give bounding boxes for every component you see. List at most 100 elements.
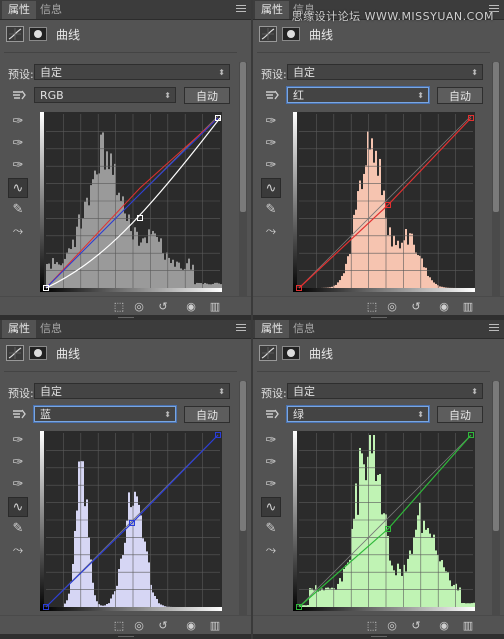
smooth-icon[interactable]: ⤳ xyxy=(8,541,28,561)
clip-to-layer-icon[interactable]: ⬚ xyxy=(365,300,379,314)
curves-graph[interactable] xyxy=(40,112,222,292)
channel-dropdown[interactable]: 绿⬍ xyxy=(287,406,429,422)
scrollbar-thumb[interactable] xyxy=(493,381,499,531)
eyedropper-black-icon[interactable]: ✑ xyxy=(8,431,28,451)
panel-resize-grip[interactable] xyxy=(0,315,251,320)
panel-menu-icon[interactable] xyxy=(489,324,499,332)
scrollbar-thumb[interactable] xyxy=(493,62,499,212)
curve-point-icon[interactable]: ∿ xyxy=(8,178,28,198)
preset-dropdown[interactable]: 自定⬍ xyxy=(287,64,483,80)
smooth-icon[interactable]: ⤳ xyxy=(261,222,281,242)
histogram-bar xyxy=(146,243,148,288)
auto-button[interactable]: 自动 xyxy=(437,87,483,104)
on-image-adjust-icon[interactable] xyxy=(10,406,28,422)
reset-icon[interactable]: ↺ xyxy=(156,619,170,633)
view-previous-icon[interactable]: ◎ xyxy=(132,300,146,314)
layer-mask-icon[interactable] xyxy=(282,27,300,41)
tab-info[interactable]: 信息 xyxy=(34,1,68,19)
channel-dropdown[interactable]: RGB⬍ xyxy=(34,87,176,103)
view-previous-icon[interactable]: ◎ xyxy=(385,619,399,633)
auto-button[interactable]: 自动 xyxy=(184,87,230,104)
histogram-bar xyxy=(84,506,86,607)
smooth-icon[interactable]: ⤳ xyxy=(8,222,28,242)
auto-button[interactable]: 自动 xyxy=(437,406,483,423)
eyedropper-black-icon[interactable]: ✑ xyxy=(261,431,281,451)
histogram-bar xyxy=(216,283,218,288)
visibility-eye-icon[interactable]: ◉ xyxy=(437,619,451,633)
scrollbar-thumb[interactable] xyxy=(240,62,246,212)
on-image-adjust-icon[interactable] xyxy=(263,87,281,103)
eyedropper-gray-icon[interactable]: ✑ xyxy=(261,134,281,154)
channel-dropdown[interactable]: 蓝⬍ xyxy=(34,406,176,422)
tab-info[interactable]: 信息 xyxy=(287,320,321,338)
on-image-adjust-icon[interactable] xyxy=(263,406,281,422)
panel-scrollbar[interactable] xyxy=(492,381,500,627)
curves-graph[interactable] xyxy=(293,431,475,611)
pencil-draw-icon[interactable]: ✎ xyxy=(261,519,281,539)
clip-to-layer-icon[interactable]: ⬚ xyxy=(365,619,379,633)
tab-info[interactable]: 信息 xyxy=(34,320,68,338)
panel-scrollbar[interactable] xyxy=(239,62,247,308)
preset-dropdown[interactable]: 自定⬍ xyxy=(34,64,230,80)
reset-icon[interactable]: ↺ xyxy=(409,619,423,633)
panel-menu-icon[interactable] xyxy=(236,324,246,332)
curve-point-icon[interactable]: ∿ xyxy=(261,497,281,517)
eyedropper-gray-icon[interactable]: ✑ xyxy=(8,453,28,473)
histogram-bar xyxy=(162,605,164,607)
pencil-draw-icon[interactable]: ✎ xyxy=(8,519,28,539)
histogram-bar xyxy=(134,227,136,288)
eyedropper-gray-icon[interactable]: ✑ xyxy=(8,134,28,154)
visibility-eye-icon[interactable]: ◉ xyxy=(437,300,451,314)
on-image-adjust-icon[interactable] xyxy=(10,87,28,103)
panel-resize-grip[interactable] xyxy=(253,634,504,639)
panel-resize-grip[interactable] xyxy=(253,315,504,320)
clip-to-layer-icon[interactable]: ⬚ xyxy=(112,619,126,633)
clip-to-layer-icon[interactable]: ⬚ xyxy=(112,300,126,314)
histogram-bar xyxy=(164,606,166,607)
eyedropper-white-icon[interactable]: ✑ xyxy=(261,156,281,176)
view-previous-icon[interactable]: ◎ xyxy=(132,619,146,633)
tab-properties[interactable]: 属性 xyxy=(2,1,36,19)
panel-resize-grip[interactable] xyxy=(0,634,251,639)
preset-dropdown[interactable]: 自定⬍ xyxy=(34,383,230,399)
layer-mask-icon[interactable] xyxy=(282,346,300,360)
eyedropper-gray-icon[interactable]: ✑ xyxy=(261,453,281,473)
curves-graph[interactable] xyxy=(293,112,475,292)
tab-properties[interactable]: 属性 xyxy=(2,320,36,338)
histogram-bar xyxy=(208,284,210,288)
smooth-icon[interactable]: ⤳ xyxy=(261,541,281,561)
curve-point-icon[interactable]: ∿ xyxy=(8,497,28,517)
trash-icon[interactable]: ▥ xyxy=(461,300,475,314)
channel-dropdown[interactable]: 红⬍ xyxy=(287,87,429,103)
histogram-bar xyxy=(152,592,154,607)
scrollbar-thumb[interactable] xyxy=(240,381,246,531)
eyedropper-white-icon[interactable]: ✑ xyxy=(8,475,28,495)
curves-graph[interactable] xyxy=(40,431,222,611)
reset-icon[interactable]: ↺ xyxy=(156,300,170,314)
visibility-eye-icon[interactable]: ◉ xyxy=(184,619,198,633)
view-previous-icon[interactable]: ◎ xyxy=(385,300,399,314)
pencil-draw-icon[interactable]: ✎ xyxy=(8,200,28,220)
eyedropper-black-icon[interactable]: ✑ xyxy=(8,112,28,132)
trash-icon[interactable]: ▥ xyxy=(208,619,222,633)
eyedropper-white-icon[interactable]: ✑ xyxy=(261,475,281,495)
panel-menu-icon[interactable] xyxy=(236,5,246,13)
eyedropper-white-icon[interactable]: ✑ xyxy=(8,156,28,176)
panel-scrollbar[interactable] xyxy=(239,381,247,627)
tab-properties[interactable]: 属性 xyxy=(255,1,289,19)
preset-dropdown[interactable]: 自定⬍ xyxy=(287,383,483,399)
auto-button[interactable]: 自动 xyxy=(184,406,230,423)
eyedropper-black-icon[interactable]: ✑ xyxy=(261,112,281,132)
histogram-bar xyxy=(443,567,445,607)
reset-icon[interactable]: ↺ xyxy=(409,300,423,314)
panel-scrollbar[interactable] xyxy=(492,62,500,308)
pencil-draw-icon[interactable]: ✎ xyxy=(261,200,281,220)
trash-icon[interactable]: ▥ xyxy=(461,619,475,633)
tab-properties[interactable]: 属性 xyxy=(255,320,289,338)
layer-mask-icon[interactable] xyxy=(29,346,47,360)
histogram-bar xyxy=(84,202,86,288)
trash-icon[interactable]: ▥ xyxy=(208,300,222,314)
layer-mask-icon[interactable] xyxy=(29,27,47,41)
visibility-eye-icon[interactable]: ◉ xyxy=(184,300,198,314)
curve-point-icon[interactable]: ∿ xyxy=(261,178,281,198)
